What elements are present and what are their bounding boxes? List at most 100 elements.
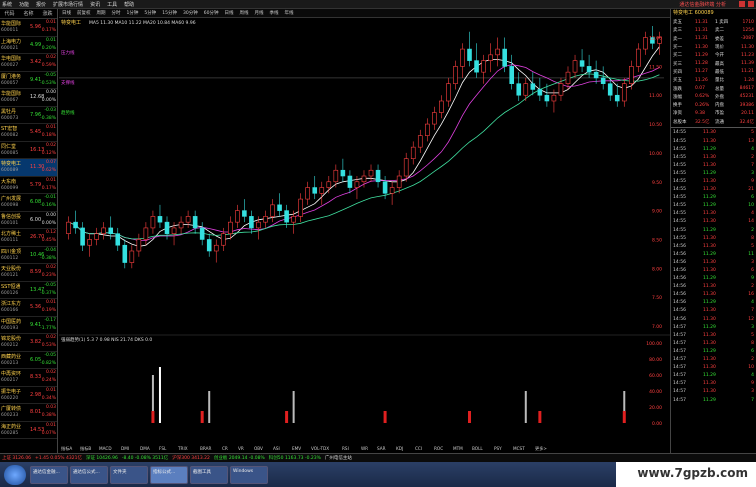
indicator-tab: FSL [159,446,167,451]
stock-name: 振华电子 [1,388,22,395]
tick-time: 14:55 [673,154,686,160]
stock-name: 华电国际 [1,56,22,62]
candle-body [340,169,346,177]
candle-body [143,227,149,240]
stock-row[interactable]: 同仁堂 600085 16.13 0.02 0.12% [0,142,57,159]
close-icon[interactable] [748,1,754,7]
start-button[interactable] [4,464,26,485]
stock-row[interactable]: 华电国际 600027 3.42 0.02 0.59% [0,54,57,72]
signal-bar [158,367,161,423]
stock-row[interactable]: 特变电工 600089 11.30 0.07 0.62% [0,159,57,177]
candle-body [439,100,444,113]
stock-row[interactable]: 厦门港务 600057 9.41 -0.05 -0.53% [0,72,57,89]
stock-row[interactable]: 华能国际 600011 5.96 0.01 0.17% [0,19,57,37]
stock-change: 0.01 [45,125,56,130]
candle-body [101,227,106,234]
chart-period-tab[interactable]: 年线 [284,10,293,16]
tick-volume: 4 [751,146,754,152]
stock-row[interactable]: 天业股份 600121 8.59 0.02 0.23% [0,264,57,282]
stock-row[interactable]: 中再资环 600217 8.33 0.02 0.24% [0,369,57,387]
stock-code: 600073 [1,115,19,121]
kline-chart[interactable]: 特变电工 MA5 11.30 MA10 11.22 MA20 10.84 MA60… [59,18,670,453]
menu-help[interactable]: 帮助 [124,1,134,8]
stock-row[interactable]: 大东南 600099 5.79 0.01 0.17% [0,177,57,194]
chart-period-tab[interactable]: 1分钟 [127,10,139,16]
tick-volume: 4 [751,300,754,306]
chart-period-tab[interactable]: 月线 [254,10,263,16]
stock-row[interactable]: 鲁信创投 600101 6.00 0.00 0.00% [0,212,57,229]
taskbar-item[interactable]: 文件夹 [110,465,148,484]
stock-code: 600085 [1,150,19,156]
stock-row[interactable]: 西藏药业 600213 6.05 -0.05 -0.82% [0,352,57,369]
stock-row[interactable]: SST恒通 600126 13.47 -0.05 -0.37% [0,282,57,299]
tick-volume: 11 [748,251,754,257]
stock-row[interactable]: 华能国际 600067 12.68 0.00 0.00% [0,89,57,107]
ma-legend: MA5 11.30 MA10 11.22 MA20 10.84 MA60 9.9… [89,20,196,26]
stock-change: 0.01 [45,300,56,305]
chart-period-tab[interactable]: 季线 [269,10,278,16]
chart-period-tab[interactable]: 60分钟 [204,10,219,16]
quote-value: 0.26% [695,102,710,108]
stock-row[interactable]: 浙江东方 600166 5.36 0.01 0.19% [0,299,57,317]
chart-period-tab[interactable]: 周线 [239,10,248,16]
quote-label: 内盘 [715,103,724,109]
candle-body [136,239,142,252]
menu-news[interactable]: 资讯 [90,1,100,8]
chart-period-tab[interactable]: 日线 [62,10,71,16]
quote-value: 11.39 [741,61,754,67]
chart-period-tab[interactable]: 30分钟 [183,10,198,16]
minimize-icon[interactable] [739,1,745,7]
chart-period-tab[interactable]: 周期 [97,10,106,16]
chart-period-tab[interactable]: 前复权 [77,10,91,16]
stock-row[interactable]: ST宏智 600082 5.45 0.01 0.18% [0,124,57,142]
kline-chart-area[interactable]: 日线 前复权 周期 分时 1分钟 5分钟 15分钟 30分钟 60分钟 日线 周线 月线 季线 年线 特变… [59,9,670,453]
taskbar-item[interactable]: 通达信公式... [70,465,108,484]
tick-price: 11.30 [703,357,716,363]
stock-row[interactable]: 振华电子 600220 2.98 0.01 0.34% [0,387,57,404]
menu-extended-market[interactable]: 扩展市场行情 [53,1,83,8]
indicator-axis-label: 0.00 [652,421,662,427]
stock-row[interactable]: 广州发展 600098 6.08 -0.01 -0.16% [0,194,57,212]
chart-period-tab[interactable]: 15分钟 [162,10,177,16]
stock-row[interactable]: 海正药业 600285 14.53 0.01 0.07% [0,422,57,439]
stock-code: 600121 [1,273,19,278]
stock-row[interactable]: 广厦转债 600233 8.01 0.03 0.38% [0,404,57,422]
col-code[interactable]: 代码 [0,10,19,17]
taskbar-item[interactable]: Windows [230,465,268,484]
tick-price: 11.30 [703,316,716,322]
chart-period-tab[interactable]: 5分钟 [144,10,156,16]
quote-row: 换手 0.26% 内盘 39386 [671,101,756,109]
menu-system[interactable]: 系统 [2,1,12,8]
col-change[interactable]: 涨跌 [38,10,57,17]
taskbar-item[interactable]: 指标公式... [150,465,188,484]
stock-row[interactable]: 北方稀土 600111 26.70 0.12 0.45% [0,229,57,247]
taskbar-item[interactable]: 截图工具 [190,465,228,484]
tick-time: 14:56 [673,251,686,257]
candle-body [579,60,585,67]
stock-percent: 0.23% [41,273,56,278]
tick-row: 14:57 11.29 4 [671,372,756,380]
stock-percent: 0.53% [41,343,56,348]
stock-row[interactable]: 中国医药 600193 9.41 -0.17 -1.77% [0,317,57,334]
taskbar-item[interactable]: 通达信金融... [30,465,68,484]
menu-quote[interactable]: 报价 [36,1,46,8]
tick-volume: 8 [751,340,754,346]
menu-function[interactable]: 功能 [19,1,29,8]
candle-body [94,233,99,240]
stock-row[interactable]: 上海电力 600021 4.99 0.01 0.20% [0,37,57,54]
chart-period-tab[interactable]: 分时 [112,10,121,16]
indicator-tab: BRAR [200,446,211,451]
signal-bar [524,391,527,423]
stock-percent: -0.38% [40,115,56,121]
stock-row[interactable]: 四川金顶 600112 10.46 -0.04 -0.38% [0,247,57,264]
stock-percent: -1.77% [40,325,56,331]
stock-row[interactable]: 黑牡丹 600073 7.96 -0.03 -0.38% [0,107,57,124]
status-item: -8.40 -0.08% 3511亿 [121,456,169,461]
col-name[interactable]: 名称 [19,10,38,17]
candle-body [150,216,156,229]
menu-tools[interactable]: 工具 [107,1,117,8]
chart-period-tab[interactable]: 日线 [224,10,233,16]
candle-body [523,83,529,96]
stock-row[interactable]: 锦龙股份 600212 3.82 0.02 0.53% [0,334,57,352]
stock-percent: 0.20% [41,45,56,51]
